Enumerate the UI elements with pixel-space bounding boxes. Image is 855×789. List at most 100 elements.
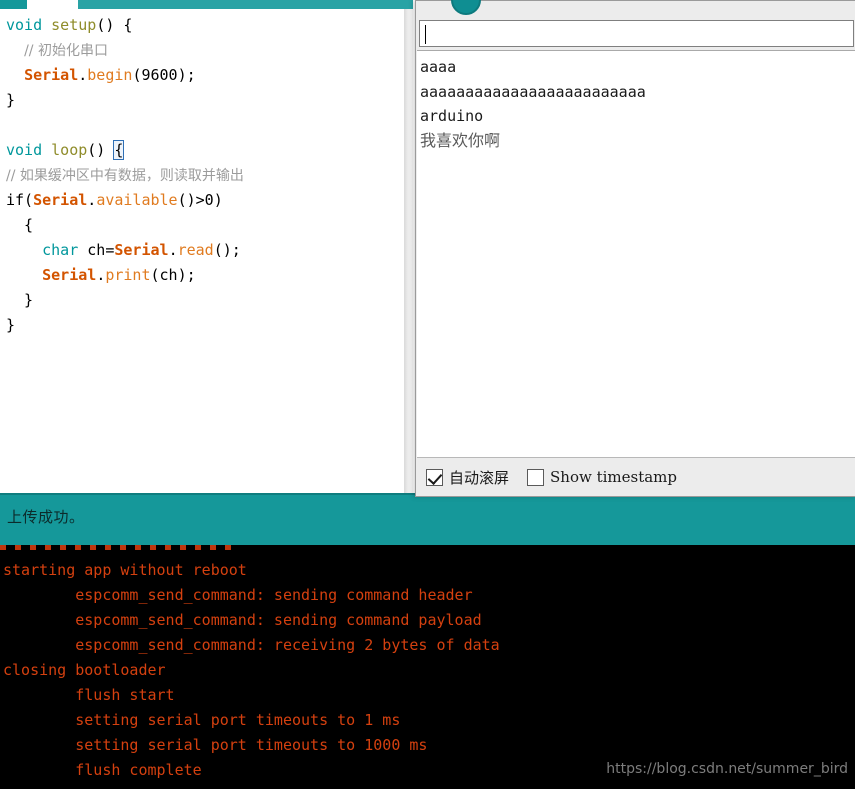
ide-console[interactable]: starting app without reboot espcomm_send…: [0, 545, 855, 789]
screen: void setup() { // 初始化串口 Serial.begin(960…: [0, 0, 855, 789]
console-line: flush start: [3, 686, 175, 704]
code-token: // 如果缓冲区中有数据，则读取并输出: [6, 168, 244, 184]
progress-dot: [30, 545, 36, 550]
code-token: begin: [87, 66, 133, 84]
console-line: espcomm_send_command: receiving 2 bytes …: [3, 636, 500, 654]
code-token: (9600);: [132, 66, 196, 84]
progress-dot: [0, 545, 6, 550]
code-token: }: [6, 91, 16, 109]
code-line: // 初始化串口: [0, 38, 404, 63]
serial-monitor-window[interactable]: aaaa aaaaaaaaaaaaaaaaaaaaaaaaa arduino 我喜欢你…: [415, 0, 855, 497]
progress-dot: [90, 545, 96, 550]
progress-dot: [75, 545, 81, 550]
code-line: Serial.print(ch);: [0, 263, 404, 288]
code-token: (): [87, 141, 115, 159]
code-token: .: [78, 66, 88, 84]
code-line: void setup() {: [0, 13, 404, 38]
console-line: starting app without reboot: [3, 561, 247, 579]
progress-dot: [105, 545, 111, 550]
progress-dot: [45, 545, 51, 550]
tab-strip-segment-right[interactable]: [78, 0, 413, 9]
code-line: }: [0, 313, 404, 338]
code-line: }: [0, 88, 404, 113]
ide-status-bar: 上传成功。: [0, 493, 855, 545]
code-token: .: [96, 266, 106, 284]
code-token: ();: [213, 241, 241, 259]
serial-output-line: 我喜欢你啊: [420, 130, 501, 150]
watermark-text: https://blog.csdn.net/summer_bird: [606, 761, 848, 777]
console-line: espcomm_send_command: sending command he…: [3, 586, 473, 604]
autoscroll-label: 自动滚屏: [449, 468, 510, 487]
progress-dot: [225, 545, 231, 550]
serial-monitor-title-bar[interactable]: [416, 1, 855, 17]
code-token: void: [6, 141, 43, 159]
console-line: closing bootloader: [3, 661, 166, 679]
code-token: print: [105, 266, 151, 284]
console-line: espcomm_send_command: sending command pa…: [3, 611, 482, 629]
code-token: }: [6, 291, 34, 309]
code-token: .: [168, 241, 178, 259]
serial-output-line: aaaaaaaaaaaaaaaaaaaaaaaaa: [420, 82, 646, 101]
code-token: available: [96, 191, 178, 209]
progress-dot: [15, 545, 21, 550]
progress-dot: [150, 545, 156, 550]
progress-dot: [135, 545, 141, 550]
serial-monitor-footer: 自动滚屏 Show timestamp: [417, 457, 855, 496]
code-token: read: [177, 241, 214, 259]
code-line: {: [0, 213, 404, 238]
code-token: setup: [51, 16, 97, 34]
code-token: if(: [6, 191, 34, 209]
progress-dot: [120, 545, 126, 550]
code-token: }: [6, 316, 16, 334]
serial-output-line: arduino: [420, 107, 484, 125]
show-timestamp-checkbox[interactable]: [527, 468, 545, 486]
progress-dot: [165, 545, 171, 550]
progress-dot: [210, 545, 216, 550]
code-token: Serial: [33, 191, 88, 209]
editor-tab-strip[interactable]: [0, 0, 413, 9]
code-token: ch=: [78, 241, 115, 259]
serial-send-input[interactable]: [419, 20, 854, 47]
progress-dot: [195, 545, 201, 550]
code-token: loop: [51, 141, 88, 159]
code-token: Serial: [114, 241, 169, 259]
progress-dot: [180, 545, 186, 550]
code-line: void loop() {: [0, 138, 404, 163]
code-token: {: [6, 216, 34, 234]
code-line: char ch=Serial.read();: [0, 238, 404, 263]
code-token: Serial: [24, 66, 79, 84]
console-line: setting serial port timeouts to 1 ms: [3, 711, 401, 729]
console-output: starting app without reboot espcomm_send…: [0, 558, 855, 783]
serial-output-area[interactable]: aaaa aaaaaaaaaaaaaaaaaaaaaaaaa arduino 我喜欢你…: [417, 50, 855, 457]
status-message: 上传成功。: [7, 508, 85, 526]
code-line: // 如果缓冲区中有数据，则读取并输出: [0, 163, 404, 188]
code-token: // 初始化串口: [24, 43, 108, 59]
code-line: }: [0, 288, 404, 313]
console-line: setting serial port timeouts to 1000 ms: [3, 736, 428, 754]
serial-output-line: aaaa: [420, 58, 457, 76]
code-editor[interactable]: void setup() { // 初始化串口 Serial.begin(960…: [0, 9, 404, 493]
code-token: () {: [96, 16, 133, 34]
autoscroll-checkbox[interactable]: [426, 468, 443, 486]
code-token: ()>0): [177, 191, 223, 209]
show-timestamp-checkbox-group[interactable]: Show timestamp: [527, 468, 695, 486]
code-token: Serial: [42, 266, 97, 284]
code-token: .: [87, 191, 97, 209]
text-caret: [425, 25, 426, 44]
serial-send-row: [416, 17, 855, 50]
autoscroll-checkbox-group[interactable]: 自动滚屏: [426, 467, 527, 488]
code-token: void: [6, 16, 43, 34]
show-timestamp-label: Show timestamp: [550, 468, 678, 486]
tab-strip-segment-left[interactable]: [0, 0, 27, 9]
code-line: Serial.begin(9600);: [0, 63, 404, 88]
progress-dot: [60, 545, 66, 550]
editor-right-edge: [404, 9, 413, 493]
upload-progress-dots: [0, 545, 250, 553]
